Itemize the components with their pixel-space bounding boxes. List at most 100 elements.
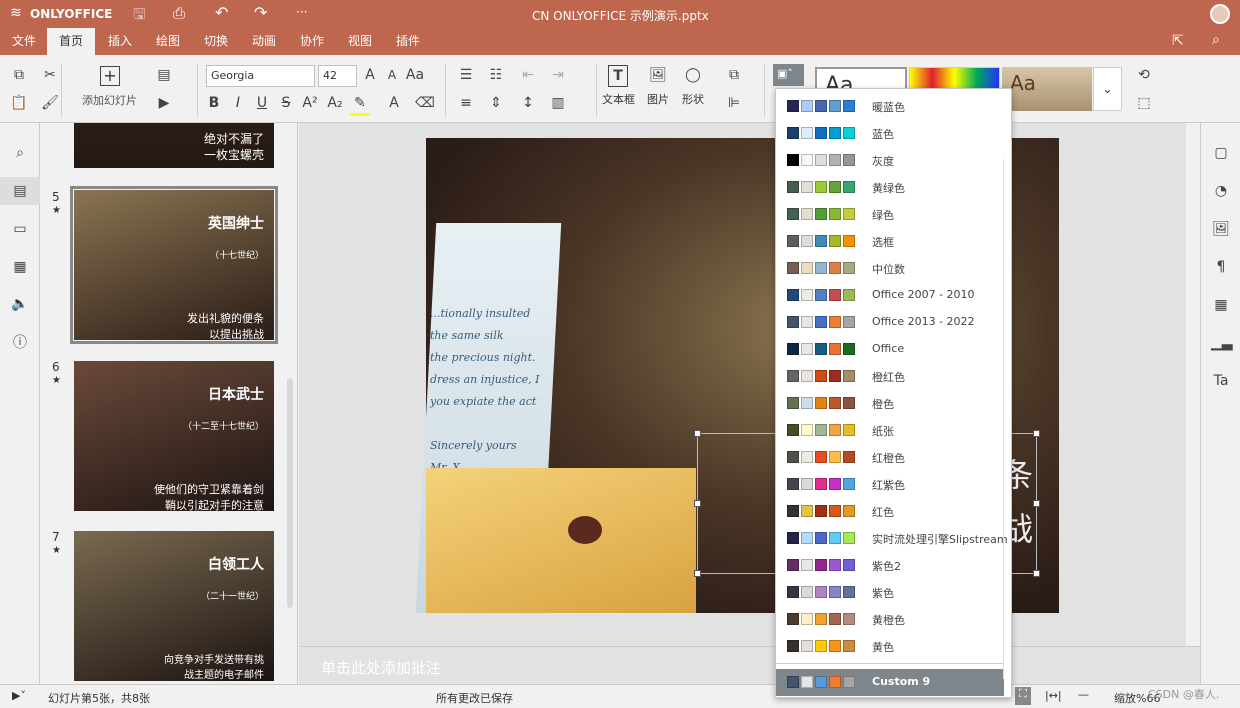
tab-view[interactable]: 视图 (336, 28, 384, 55)
more-icon[interactable]: ··· (296, 5, 307, 19)
align-shape-icon[interactable]: ⊫ (724, 93, 744, 113)
textbox-button[interactable]: 文本框 (602, 91, 635, 107)
thumbnails-scrollbar[interactable] (287, 378, 293, 608)
speaker-icon[interactable]: 🔈 (10, 294, 30, 314)
color-scheme-item[interactable]: 橙红色 (776, 363, 1004, 390)
color-scheme-item[interactable]: 红紫色 (776, 471, 1004, 498)
color-scheme-button[interactable]: ▣˄ (773, 64, 804, 86)
resize-handle[interactable] (1033, 430, 1040, 437)
about-icon[interactable]: ⓘ (10, 333, 30, 353)
add-slide-button[interactable]: 添加幻灯片 (82, 92, 137, 108)
paragraph-settings-icon[interactable]: ¶ (1211, 257, 1231, 277)
resize-handle[interactable] (694, 430, 701, 437)
tab-insert[interactable]: 插入 (96, 28, 144, 55)
clear-style-icon[interactable]: ⌫ (415, 93, 435, 113)
color-scheme-item[interactable]: 中位数 (776, 255, 1004, 282)
slide-thumbnail-7[interactable]: 白领工人 （二十一世纪） 向竞争对手发送带有挑 战主题的电子邮件 (74, 531, 274, 681)
play-slideshow-icon[interactable]: ▶˅ (12, 689, 26, 702)
cut-icon[interactable]: ✂ (40, 65, 60, 85)
chart-settings-icon[interactable]: ▁▃ (1211, 333, 1233, 353)
resize-handle[interactable] (1033, 500, 1040, 507)
line-spacing-icon[interactable]: ↕ (518, 93, 538, 113)
slide-settings-icon[interactable]: ▢ (1211, 143, 1231, 163)
increase-font-icon[interactable]: A (360, 65, 380, 85)
underline-icon[interactable]: U (252, 93, 272, 113)
vertical-align-icon[interactable]: ⇕ (486, 93, 506, 113)
picture-icon[interactable]: 🖼 (648, 65, 668, 85)
user-avatar[interactable] (1210, 4, 1230, 24)
color-scheme-item[interactable]: 纸张 (776, 417, 1004, 444)
color-scheme-item[interactable]: 红橙色 (776, 444, 1004, 471)
color-scheme-item[interactable]: 暖蓝色 (776, 93, 1004, 120)
image-settings-icon[interactable]: 🖼 (1211, 219, 1231, 239)
color-scheme-item[interactable]: 蓝色 (776, 120, 1004, 147)
color-scheme-item[interactable]: 黄色 (776, 633, 1004, 660)
slide-thumbnail-6[interactable]: 日本武士 （十二至十七世纪） 使他们的守卫紧靠着剑 鞘以引起对手的注意 (74, 361, 274, 512)
print-icon[interactable]: ⎙ (173, 4, 185, 22)
color-scheme-item[interactable]: 红色 (776, 498, 1004, 525)
font-family-select[interactable]: Georgia (206, 65, 315, 87)
color-scheme-item[interactable]: 绿色 (776, 201, 1004, 228)
tab-animation[interactable]: 动画 (240, 28, 288, 55)
resize-handle[interactable] (1033, 570, 1040, 577)
fit-width-icon[interactable]: |↔| (1045, 689, 1062, 702)
open-location-icon[interactable]: ⇱ (1172, 33, 1184, 49)
resize-handle[interactable] (694, 500, 701, 507)
zoom-out-icon[interactable]: — (1078, 688, 1089, 701)
slides-icon[interactable]: ▤ (0, 177, 40, 205)
align-right-icon[interactable]: ≡ (456, 93, 476, 113)
color-scheme-item[interactable]: Office 2007 - 2010 (776, 282, 1004, 309)
color-scheme-item[interactable]: 选框 (776, 228, 1004, 255)
color-scheme-item[interactable]: 实时流处理引擎Slipstream (776, 525, 1008, 552)
undo-icon[interactable]: ↶ (215, 3, 228, 22)
slide-thumbnail-5[interactable]: 英国绅士 （十七世纪） 发出礼貌的便条 以提出挑战 (70, 186, 278, 344)
strikethrough-icon[interactable]: S (276, 93, 296, 113)
theme-vintage[interactable]: Aa (1002, 67, 1092, 111)
shape-settings-icon[interactable]: ◔ (1211, 181, 1231, 201)
paste-icon[interactable]: 📋 (9, 93, 29, 113)
subscript-icon[interactable]: A₂ (325, 93, 345, 113)
dropdown-scrollbar[interactable] (1003, 159, 1011, 679)
superscript-icon[interactable]: A² (300, 93, 320, 113)
format-painter-icon[interactable]: 🖌 (40, 93, 60, 113)
change-case-icon[interactable]: Aa (405, 65, 425, 85)
fit-slide-icon[interactable]: ⛶ (1015, 687, 1031, 705)
color-scheme-item[interactable]: 橙色 (776, 390, 1004, 417)
shape-icon[interactable]: ◯ (683, 65, 703, 85)
add-slide-icon[interactable]: + (100, 66, 120, 86)
chat-icon[interactable]: ▦ (10, 257, 30, 277)
color-scheme-item[interactable]: 紫色2 (776, 552, 1004, 579)
decrease-indent-icon[interactable]: ⇤ (518, 65, 538, 85)
slideshow-icon[interactable]: ▶ (154, 93, 174, 113)
save-icon[interactable]: 🖫 (133, 4, 146, 29)
picture-button[interactable]: 图片 (647, 91, 669, 107)
numbering-icon[interactable]: ☷ (486, 65, 506, 85)
search-icon[interactable]: ⌕ (1212, 32, 1220, 48)
theme-more-button[interactable]: ⌄ (1093, 67, 1122, 111)
change-layout-icon[interactable]: ⟲ (1134, 65, 1154, 85)
color-scheme-custom-9[interactable]: Custom 9 (776, 669, 1004, 696)
comments-icon[interactable]: ▭ (10, 219, 30, 239)
font-size-select[interactable]: 42 (318, 65, 357, 87)
tab-draw[interactable]: 绘图 (144, 28, 192, 55)
highlight-icon[interactable]: ✎ (350, 93, 370, 116)
copy-icon[interactable]: ⧉ (9, 65, 29, 85)
layout-icon[interactable]: ▤ (154, 65, 174, 85)
color-scheme-item[interactable]: 黄橙色 (776, 606, 1004, 633)
textart-settings-icon[interactable]: Ta (1211, 371, 1231, 391)
search-icon[interactable]: ⌕ (10, 143, 30, 163)
redo-icon[interactable]: ↷ (254, 3, 267, 22)
columns-icon[interactable]: ▥ (548, 93, 568, 113)
color-scheme-item[interactable]: 灰度 (776, 147, 1004, 174)
increase-indent-icon[interactable]: ⇥ (548, 65, 568, 85)
decrease-font-icon[interactable]: A (382, 65, 402, 85)
tab-plugins[interactable]: 插件 (384, 28, 432, 55)
vertical-scrollbar[interactable] (1186, 123, 1200, 646)
bold-icon[interactable]: B (204, 93, 224, 113)
textbox-icon[interactable]: T (608, 65, 628, 87)
color-scheme-item[interactable]: Office 2013 - 2022 (776, 309, 1004, 336)
slide-thumbnail-4[interactable]: 绝对不漏了 一枚宝螺壳 (74, 123, 274, 168)
notes-area[interactable]: 单击此处添加批注 (299, 646, 1200, 684)
color-scheme-item[interactable]: 黄绿色 (776, 174, 1004, 201)
shape-button[interactable]: 形状 (682, 91, 704, 107)
